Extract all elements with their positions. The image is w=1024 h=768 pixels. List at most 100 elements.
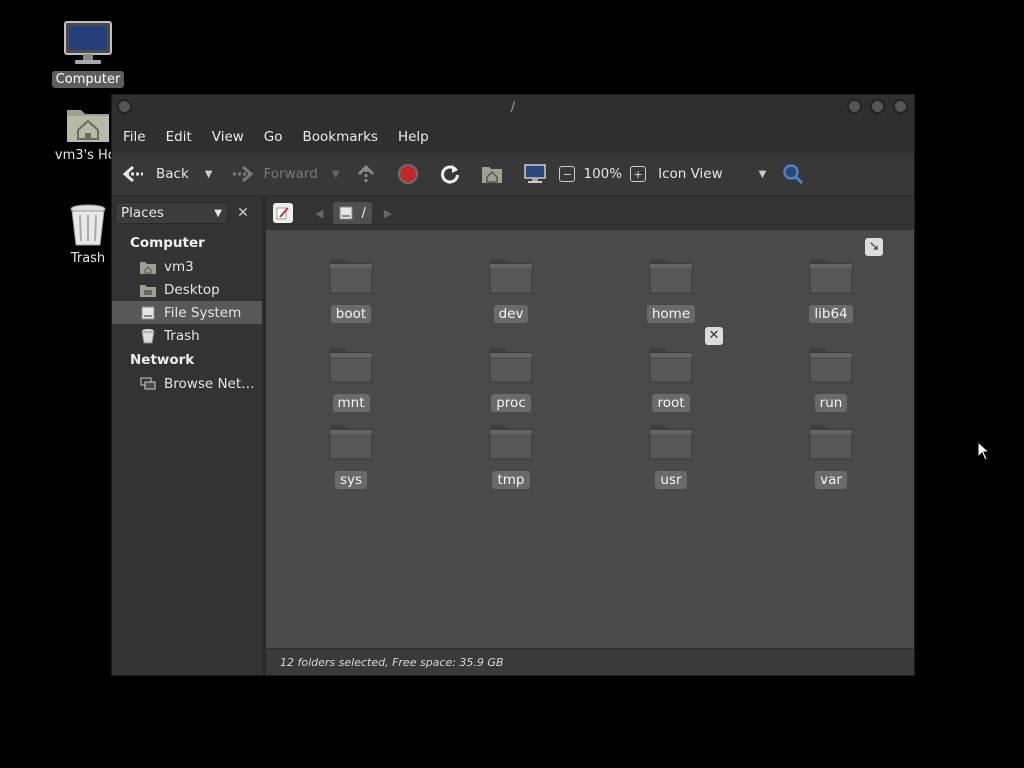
desktop-icon — [140, 282, 156, 298]
maximize-button[interactable] — [870, 99, 885, 114]
folder-name: boot — [330, 305, 372, 323]
zoom-in-icon[interactable]: + — [630, 166, 647, 182]
sidebar-section-computer: Computer — [130, 235, 205, 251]
folder-name: dev — [493, 305, 529, 323]
home-icon — [140, 259, 156, 275]
path-scroll-left-icon[interactable]: ◀ — [315, 207, 323, 220]
folder-icon — [466, 344, 556, 388]
menu-edit[interactable]: Edit — [158, 125, 200, 149]
home-folder-icon — [67, 110, 109, 142]
folder-item[interactable]: sys — [306, 421, 396, 489]
desktop-icon-computer[interactable]: Computer — [38, 20, 138, 88]
folder-icon — [786, 255, 876, 299]
desktop-icon-label: Computer — [51, 71, 125, 88]
trash-icon — [140, 328, 156, 344]
file-view[interactable]: boot dev home lib64 mnt proc root run sys tmp usr v… — [266, 230, 914, 649]
folder-icon — [626, 255, 716, 299]
sidebar-item-label: Browse Net… — [164, 375, 255, 392]
forward-arrow-icon — [233, 165, 254, 183]
edit-location-icon[interactable] — [273, 203, 293, 223]
folder-name: run — [814, 394, 848, 412]
folder-item[interactable]: root — [626, 344, 716, 412]
sidebar-item-label: vm3 — [164, 258, 194, 275]
view-mode-select[interactable]: Icon View ▼ — [658, 153, 766, 195]
view-mode-label: Icon View — [658, 166, 723, 182]
sidebar-header: Places ▼ ✕ — [112, 196, 262, 230]
breadcrumb-label: / — [361, 205, 366, 221]
menu-go[interactable]: Go — [256, 125, 291, 149]
folder-item[interactable]: usr — [626, 421, 716, 489]
folder-name: tmp — [492, 471, 530, 489]
desktop-icon-label: Trash — [70, 251, 106, 266]
status-bar: 12 folders selected, Free space: 35.9 GB — [266, 648, 914, 675]
up-arrow-icon[interactable] — [355, 163, 377, 185]
sidebar-item-label: Desktop — [164, 281, 220, 298]
back-history-dropdown-icon[interactable]: ▼ — [205, 169, 213, 180]
sidebar-item-trash[interactable]: Trash — [112, 324, 262, 347]
folder-name: root — [652, 394, 690, 412]
folder-item[interactable]: boot — [306, 255, 396, 323]
folder-item[interactable]: dev — [466, 255, 556, 323]
zoom-level: 100% — [583, 166, 623, 182]
path-scroll-right-icon[interactable]: ▶ — [384, 207, 392, 220]
minimize-button[interactable] — [847, 99, 862, 114]
window-title: / — [510, 100, 516, 115]
forward-label: Forward — [263, 166, 318, 182]
folder-item[interactable]: proc — [466, 344, 556, 412]
folder-icon — [306, 421, 396, 465]
menu-file[interactable]: File — [115, 125, 154, 149]
menu-view[interactable]: View — [204, 125, 252, 149]
back-label: Back — [156, 166, 189, 182]
sidebar-item-label: File System — [164, 304, 242, 321]
folder-item[interactable]: var — [786, 421, 876, 489]
drive-icon — [339, 206, 353, 220]
reload-icon[interactable] — [439, 163, 461, 185]
forward-button[interactable]: Forward — [230, 153, 318, 195]
close-icon[interactable]: ✕ — [234, 204, 252, 222]
back-arrow-icon — [122, 165, 143, 183]
zoom-out-icon[interactable]: − — [559, 166, 576, 182]
symlink-emblem-icon: ↘ — [865, 238, 883, 256]
stop-icon[interactable] — [397, 163, 419, 185]
trash-icon — [70, 204, 106, 246]
chevron-down-icon: ▼ — [758, 168, 767, 180]
breadcrumb-root[interactable]: / — [333, 202, 372, 224]
close-button[interactable] — [893, 99, 908, 114]
folder-icon — [786, 344, 876, 388]
sidebar-item-file-system[interactable]: File System — [112, 301, 262, 324]
folder-name: lib64 — [809, 305, 853, 323]
forward-history-dropdown-icon[interactable]: ▼ — [332, 169, 340, 180]
folder-icon — [466, 255, 556, 299]
folder-name: mnt — [332, 394, 370, 412]
sidebar-item-browse-network[interactable]: Browse Net… — [112, 372, 262, 395]
menu-bookmarks[interactable]: Bookmarks — [295, 125, 386, 149]
folder-item[interactable]: home — [626, 255, 716, 323]
folder-icon — [306, 344, 396, 388]
menu-help[interactable]: Help — [390, 125, 437, 149]
sidebar-item-desktop[interactable]: Desktop — [112, 278, 262, 301]
folder-icon — [306, 255, 396, 299]
folder-item[interactable]: lib64 — [786, 255, 876, 323]
sidebar: Places ▼ ✕ Computer vm3 Desktop File Sys… — [112, 196, 266, 675]
back-button[interactable]: Back — [122, 153, 189, 195]
folder-item[interactable]: tmp — [466, 421, 556, 489]
folder-name: proc — [491, 394, 531, 412]
file-manager-window: / File Edit View Go Bookmarks Help Back … — [111, 94, 915, 676]
folder-item[interactable]: run — [786, 344, 876, 412]
folder-name: home — [646, 305, 696, 323]
computer-icon[interactable] — [523, 163, 547, 185]
folder-name: usr — [655, 471, 687, 489]
menu-bar: File Edit View Go Bookmarks Help — [112, 121, 914, 153]
title-bar[interactable]: / — [112, 95, 914, 121]
home-icon[interactable] — [481, 164, 503, 184]
folder-name: var — [815, 471, 847, 489]
folder-icon — [466, 421, 556, 465]
computer-icon — [64, 21, 112, 64]
sidebar-item-vm3[interactable]: vm3 — [112, 255, 262, 278]
folder-item[interactable]: mnt — [306, 344, 396, 412]
search-icon[interactable] — [782, 163, 804, 185]
sidebar-mode-select[interactable]: Places ▼ — [115, 202, 228, 224]
path-bar: ◀ / ▶ — [266, 196, 914, 230]
mouse-cursor-icon — [977, 441, 991, 461]
sidebar-section-network: Network — [130, 352, 195, 368]
